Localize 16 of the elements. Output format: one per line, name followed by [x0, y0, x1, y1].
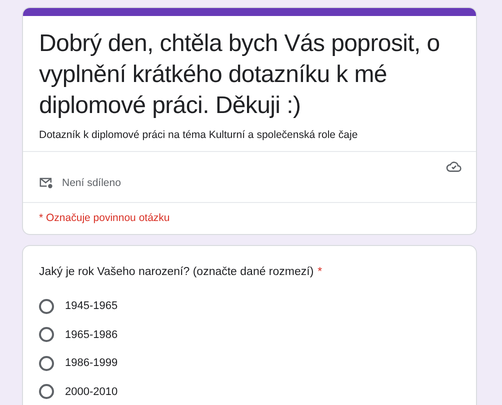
- form-title: Dobrý den, chtěla bych Vás poprosit, o vyplnění krátkého dotazníku k mé diplomové práci. Děkuji :): [39, 29, 441, 121]
- option-label[interactable]: 1986-1999: [65, 357, 118, 370]
- option-label[interactable]: 2000-2010: [65, 386, 118, 398]
- required-note: * Označuje povinnou otázku: [38, 211, 171, 226]
- required-mark: *: [318, 266, 322, 278]
- option-label[interactable]: 1945-1965: [65, 300, 118, 312]
- sharing-status: Není sdíleno: [62, 177, 121, 189]
- form-description: Dotazník k diplomové práci na téma Kulturní a společenská role čaje: [39, 129, 359, 141]
- radio-button[interactable]: [39, 298, 54, 314]
- mail-icon: [39, 177, 53, 189]
- option-label[interactable]: 1965-1986: [65, 328, 118, 341]
- radio-button[interactable]: [39, 384, 54, 400]
- cloud-check-icon: [446, 160, 462, 173]
- question-text: Jaký je rok Vašeho narození? (označte dané rozmezí): [39, 266, 314, 278]
- radio-button[interactable]: [39, 356, 54, 371]
- radio-button[interactable]: [39, 327, 54, 342]
